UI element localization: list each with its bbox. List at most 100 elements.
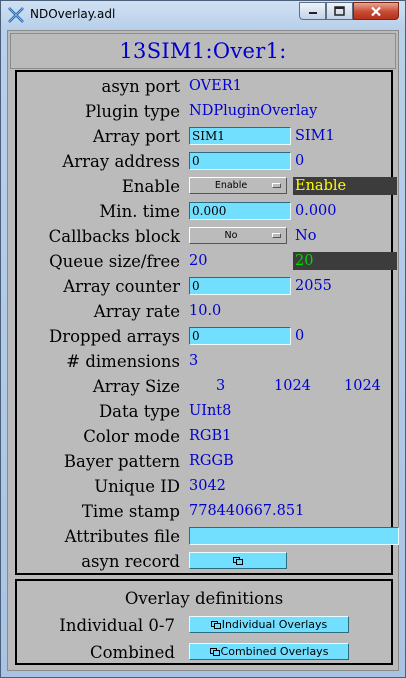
callbacks-block-label: Callbacks block <box>48 227 180 246</box>
overlay-definitions-panel: Overlay definitions Individual 0-7 Indiv… <box>15 579 393 665</box>
array-size-y: 1024 <box>274 378 311 394</box>
row-time-stamp: Time stamp 778440667.851 <box>17 499 391 524</box>
row-enable: Enable Enable Enable <box>17 174 397 199</box>
dropped-arrays-input[interactable]: 0 <box>189 327 291 345</box>
row-plugin-type: Plugin type NDPluginOverlay <box>17 99 391 124</box>
row-min-time: Min. time 0.000 0.000 <box>17 199 391 224</box>
dimensions-value: 3 <box>189 353 199 369</box>
maximize-button[interactable] <box>326 2 353 20</box>
window-title: NDOverlay.adl <box>30 7 116 21</box>
array-size-z: 1024 <box>344 378 381 394</box>
array-address-label: Array address <box>62 152 180 171</box>
menu-indicator-icon <box>272 233 281 238</box>
array-port-input[interactable]: SIM1 <box>189 127 291 145</box>
enable-menu[interactable]: Enable <box>189 177 287 194</box>
time-stamp-value: 778440667.851 <box>189 503 305 519</box>
individual-overlays-label: Individual 0-7 <box>59 616 175 635</box>
title-bar[interactable]: NDOverlay.adl <box>1 1 405 29</box>
array-rate-value: 10.0 <box>189 303 222 319</box>
related-display-icon <box>210 620 221 629</box>
minimize-button[interactable] <box>299 2 326 20</box>
plugin-status-panel: asyn port OVER1 Plugin type NDPluginOver… <box>15 70 399 575</box>
minimize-icon <box>308 12 317 14</box>
data-type-label: Data type <box>98 402 180 421</box>
overlay-definitions-title: Overlay definitions <box>124 589 284 608</box>
unique-id-value: 3042 <box>189 478 226 494</box>
row-asyn-port: asyn port OVER1 <box>17 74 391 99</box>
min-time-input[interactable]: 0.000 <box>189 202 291 220</box>
color-mode-label: Color mode <box>83 427 180 446</box>
page-title: 13SIM1:Over1: <box>119 39 287 63</box>
dimensions-label: # dimensions <box>66 352 180 371</box>
callbacks-block-readback: No <box>295 228 317 244</box>
row-dimensions: # dimensions 3 <box>17 349 391 374</box>
close-icon <box>371 6 381 16</box>
array-port-label: Array port <box>92 127 180 146</box>
enable-label: Enable <box>121 177 180 196</box>
enable-readback: Enable <box>293 177 397 195</box>
close-button[interactable] <box>353 2 399 20</box>
array-counter-input[interactable]: 0 <box>189 277 291 295</box>
array-port-readback: SIM1 <box>295 128 335 144</box>
row-color-mode: Color mode RGB1 <box>17 424 391 449</box>
dropped-arrays-label: Dropped arrays <box>49 327 180 346</box>
row-asyn-record: asyn record <box>17 549 391 574</box>
min-time-readback: 0.000 <box>295 203 337 219</box>
callbacks-block-menu-value: No <box>224 230 238 241</box>
queue-label: Queue size/free <box>49 252 180 271</box>
bayer-pattern-label: Bayer pattern <box>63 452 180 471</box>
unique-id-label: Unique ID <box>94 477 180 496</box>
array-address-readback: 0 <box>295 153 305 169</box>
array-rate-label: Array rate <box>93 302 180 321</box>
related-display-icon <box>232 556 243 565</box>
related-display-icon <box>209 647 220 656</box>
combined-overlays-button[interactable]: Combined Overlays <box>189 643 349 660</box>
row-attributes-file: Attributes file <box>17 524 399 549</box>
time-stamp-label: Time stamp <box>81 502 180 521</box>
asyn-port-label: asyn port <box>101 77 180 96</box>
row-dropped-arrays: Dropped arrays 0 0 <box>17 324 391 349</box>
row-array-counter: Array counter 0 2055 <box>17 274 391 299</box>
attributes-file-label: Attributes file <box>64 527 180 546</box>
app-x-icon <box>8 7 24 23</box>
row-array-size: Array Size 3 1024 1024 <box>17 374 391 399</box>
plugin-type-value: NDPluginOverlay <box>189 103 318 119</box>
callbacks-block-menu[interactable]: No <box>189 227 287 244</box>
row-data-type: Data type UInt8 <box>17 399 391 424</box>
asyn-port-value: OVER1 <box>189 78 242 94</box>
asyn-record-label: asyn record <box>81 552 180 571</box>
display-area: 13SIM1:Over1: asyn port OVER1 Plugin typ… <box>7 30 399 671</box>
dropped-arrays-readback: 0 <box>295 328 305 344</box>
array-address-input[interactable]: 0 <box>189 152 291 170</box>
row-array-port: Array port SIM1 SIM1 <box>17 124 391 149</box>
color-mode-value: RGB1 <box>189 428 232 444</box>
combined-overlays-button-label: Combined Overlays <box>220 645 329 658</box>
row-array-address: Array address 0 0 <box>17 149 391 174</box>
bayer-pattern-value: RGGB <box>189 453 234 469</box>
row-unique-id: Unique ID 3042 <box>17 474 391 499</box>
plugin-type-label: Plugin type <box>85 102 180 121</box>
individual-overlays-button-label: Individual Overlays <box>221 618 328 631</box>
row-individual-overlays: Individual 0-7 Individual Overlays <box>17 613 391 638</box>
attributes-file-input[interactable] <box>189 527 399 545</box>
array-counter-label: Array counter <box>63 277 180 296</box>
row-callbacks-block: Callbacks block No No <box>17 224 391 249</box>
maximize-icon <box>334 6 345 16</box>
data-type-value: UInt8 <box>189 403 232 419</box>
queue-free-value: 20 <box>293 252 397 270</box>
row-array-rate: Array rate 10.0 <box>17 299 391 324</box>
row-combined-overlays: Combined Combined Overlays <box>17 640 391 665</box>
row-queue: Queue size/free 20 20 <box>17 249 397 274</box>
row-bayer-pattern: Bayer pattern RGGB <box>17 449 391 474</box>
window: NDOverlay.adl 13SIM1:Over1: asyn port OV… <box>0 0 406 678</box>
array-counter-readback: 2055 <box>295 278 332 294</box>
asyn-record-button[interactable] <box>189 552 287 569</box>
queue-size-value: 20 <box>189 253 208 269</box>
array-size-label: Array Size <box>92 377 180 396</box>
combined-overlays-label: Combined <box>90 643 175 662</box>
min-time-label: Min. time <box>99 202 180 221</box>
header-bar: 13SIM1:Over1: <box>10 33 396 69</box>
individual-overlays-button[interactable]: Individual Overlays <box>189 616 349 633</box>
array-size-x: 3 <box>216 378 226 394</box>
menu-indicator-icon <box>272 183 281 188</box>
